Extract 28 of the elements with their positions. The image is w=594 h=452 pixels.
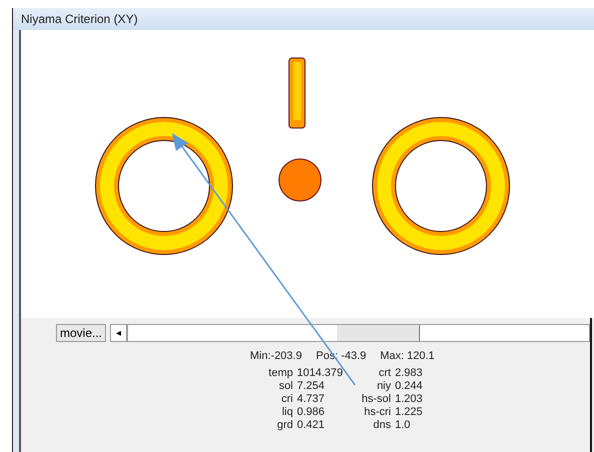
readout-value: 0.986 xyxy=(297,406,326,418)
readout-value: 0.421 xyxy=(297,419,326,431)
readout-label: liq xyxy=(280,406,293,418)
readout-value: 4.737 xyxy=(297,393,326,405)
readout-label: hs-cri xyxy=(363,406,391,418)
readout-label: temp xyxy=(268,367,293,379)
window-title: Niyama Criterion (XY) xyxy=(21,12,138,26)
bar-shape xyxy=(288,58,306,128)
readout-value: 0.244 xyxy=(395,380,424,392)
max-value: Max: 120.1 xyxy=(380,350,435,362)
readout-value: 1014.379 xyxy=(297,367,344,379)
dot-shape xyxy=(278,158,322,202)
readout-label: sol xyxy=(278,380,293,392)
scrollbar-thumb[interactable] xyxy=(337,325,420,341)
movie-button[interactable]: movie... xyxy=(56,324,106,342)
readout-label: cri xyxy=(280,393,293,405)
readout-value: 1.225 xyxy=(395,406,424,418)
readout-value: 1.203 xyxy=(395,393,424,405)
readout-value: 2.983 xyxy=(395,367,424,379)
readout-label: grd xyxy=(276,419,293,431)
readout-label: hs-sol xyxy=(360,393,391,405)
readout-value: 1.0 xyxy=(395,419,412,431)
readout-value: 7.254 xyxy=(297,380,326,392)
readout-label: niy xyxy=(376,380,391,392)
readout-label: dns xyxy=(372,419,391,431)
scroll-left-button[interactable]: ◂ xyxy=(110,324,127,342)
min-value: Min:-203.9 xyxy=(250,350,302,362)
readout-label: crt xyxy=(378,367,391,379)
